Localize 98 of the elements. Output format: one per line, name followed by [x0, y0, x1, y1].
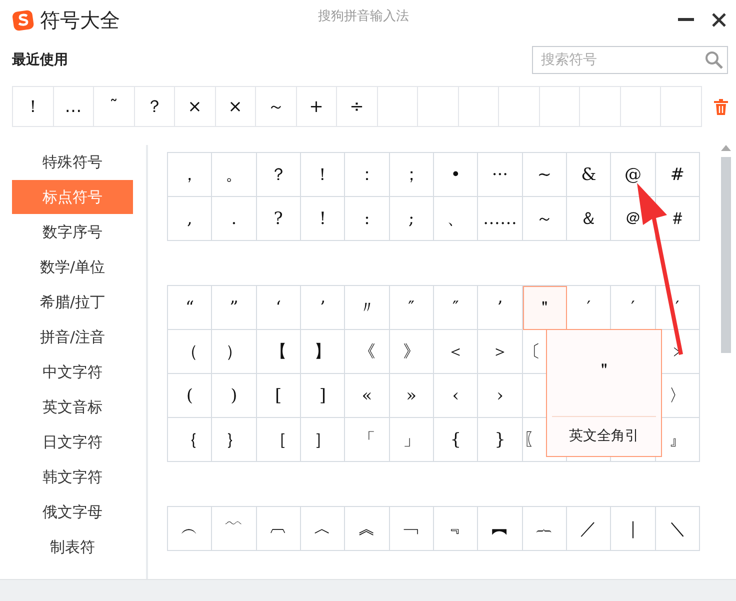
symbol-cell[interactable]: ［	[256, 418, 301, 462]
symbol-cell[interactable]: ＞	[478, 330, 523, 374]
symbol-cell[interactable]: “	[168, 286, 212, 330]
minimize-icon[interactable]	[678, 18, 694, 22]
scrollbar-thumb[interactable]	[721, 157, 731, 353]
symbol-cell[interactable]: ﹃	[434, 507, 478, 551]
category-item[interactable]: 数字序号	[12, 215, 133, 249]
symbol-cell[interactable]: ＜	[434, 330, 478, 374]
symbol-cell[interactable]: ？	[134, 87, 175, 127]
symbol-cell[interactable]: ？	[256, 153, 301, 197]
symbol-cell[interactable]: 、	[434, 197, 478, 241]
symbol-cell[interactable]: ···	[478, 153, 523, 197]
symbol-cell[interactable]: &	[566, 153, 612, 197]
logo-icon	[12, 9, 34, 31]
window-title: 符号大全	[40, 6, 120, 34]
symbol-cell[interactable]: ‹	[434, 374, 478, 418]
symbol-cell[interactable]: ›	[478, 374, 523, 418]
symbol-cell[interactable]: ÷	[337, 87, 378, 127]
tooltip-label: 英文全角引	[569, 427, 639, 445]
symbol-cell[interactable]: ＼	[656, 507, 700, 551]
symbol-cell[interactable]: ~	[522, 153, 567, 197]
category-item[interactable]: 制表符	[12, 530, 133, 564]
symbol-cell[interactable]: ?	[256, 197, 301, 241]
symbol-cell[interactable]: ︵	[168, 507, 212, 551]
symbol-cell[interactable]: 《	[345, 330, 390, 374]
symbol-cell[interactable]: （	[168, 330, 212, 374]
symbol-cell[interactable]: »	[390, 374, 434, 418]
symbol-cell[interactable]: ……	[478, 197, 523, 241]
category-item[interactable]: 特殊符号	[12, 145, 133, 179]
symbol-cell[interactable]: :	[345, 197, 390, 241]
symbol-cell[interactable]: ﹋	[212, 507, 257, 551]
symbol-cell[interactable]: «	[345, 374, 390, 418]
close-icon[interactable]	[712, 13, 726, 27]
symbol-cell[interactable]: ×	[175, 87, 216, 127]
symbol-cell[interactable]: (	[168, 374, 212, 418]
category-item[interactable]: 拼音/注音	[12, 320, 133, 354]
symbol-cell[interactable]: ”	[212, 286, 257, 330]
symbol-cell[interactable]: ＂	[522, 286, 567, 330]
symbol-cell[interactable]: ″	[390, 286, 434, 330]
symbol-cell[interactable]: ＆	[566, 197, 612, 241]
symbol-cell[interactable]: ″	[434, 286, 478, 330]
symbol-cell[interactable]: 》	[390, 330, 434, 374]
symbol-cell[interactable]: }	[478, 418, 523, 462]
symbol-cell[interactable]: .	[212, 197, 257, 241]
symbol-cell[interactable]: …	[54, 87, 94, 127]
category-item[interactable]: 数学/单位	[12, 250, 133, 284]
scroll-up-icon[interactable]	[721, 145, 731, 151]
tooltip-symbol: ＂	[595, 359, 613, 382]
symbol-cell[interactable]: ！	[13, 87, 54, 127]
symbol-cell[interactable]: 】	[300, 330, 346, 374]
category-item[interactable]: 英文音标	[12, 390, 133, 424]
section-title: 最近使用	[12, 51, 68, 69]
symbol-cell[interactable]: ｛	[168, 418, 212, 462]
trash-icon[interactable]	[714, 98, 728, 114]
symbol-cell[interactable]: 【	[256, 330, 301, 374]
symbol-cell[interactable]: )	[212, 374, 257, 418]
symbol-cell[interactable]: ～	[256, 87, 296, 127]
symbol-cell[interactable]: {	[434, 418, 478, 462]
symbol-cell[interactable]: !	[300, 197, 346, 241]
category-item[interactable]: 日文字符	[12, 425, 133, 459]
symbol-cell[interactable]: ;	[390, 197, 434, 241]
symbol-cell[interactable]: ！	[300, 153, 346, 197]
symbol-cell[interactable]: ˜	[94, 87, 134, 127]
symbol-cell[interactable]: ／	[566, 507, 612, 551]
category-item[interactable]: 中文字符	[12, 355, 133, 389]
symbol-cell[interactable]: ﹁	[390, 507, 434, 551]
symbol-cell[interactable]: 」	[390, 418, 434, 462]
symbol-cell[interactable]: +	[296, 87, 337, 127]
search-field[interactable]: 搜索符号	[532, 46, 728, 74]
symbol-cell[interactable]: ︻	[478, 507, 523, 551]
symbol-cell[interactable]: #	[656, 153, 700, 197]
symbol-cell[interactable]: ‘	[256, 286, 301, 330]
symbol-cell[interactable]: ｝	[212, 418, 257, 462]
symbol-cell[interactable]: ，	[168, 153, 212, 197]
search-icon[interactable]	[705, 51, 723, 69]
symbol-cell[interactable]: ｜	[611, 507, 656, 551]
category-item[interactable]: 俄文字母	[12, 495, 133, 529]
symbol-cell[interactable]: ]	[300, 374, 346, 418]
category-item[interactable]: 希腊/拉丁	[12, 285, 133, 319]
symbol-cell[interactable]: ）	[212, 330, 257, 374]
symbol-cell[interactable]: ：	[345, 153, 390, 197]
symbol-cell[interactable]: ︷	[522, 507, 567, 551]
symbol-cell[interactable]: ］	[300, 418, 346, 462]
app-name: 搜狗拼音输入法	[318, 8, 409, 25]
symbol-cell[interactable]: ︹	[256, 507, 301, 551]
symbol-cell[interactable]: 「	[345, 418, 390, 462]
symbol-cell[interactable]: ×	[216, 87, 256, 127]
symbol-cell[interactable]: ～	[522, 197, 567, 241]
symbol-cell[interactable]: [	[256, 374, 301, 418]
category-item[interactable]: 韩文字符	[12, 460, 133, 494]
symbol-cell[interactable]: 。	[212, 153, 257, 197]
symbol-cell[interactable]: ︽	[345, 507, 390, 551]
symbol-cell[interactable]: ；	[390, 153, 434, 197]
symbol-cell[interactable]: ,	[168, 197, 212, 241]
symbol-cell[interactable]: 〃	[345, 286, 390, 330]
symbol-cell[interactable]: •	[434, 153, 478, 197]
symbol-cell[interactable]: ’	[300, 286, 346, 330]
symbol-cell[interactable]: ︿	[300, 507, 346, 551]
